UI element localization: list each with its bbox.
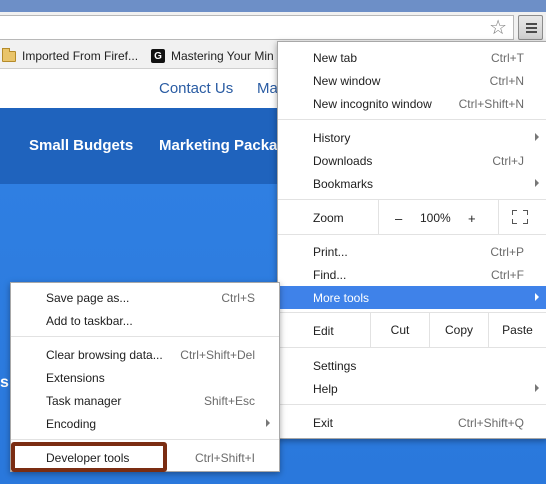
submenu-task-manager[interactable]: Task manager Shift+Esc	[11, 389, 279, 412]
menu-label: Extensions	[46, 371, 105, 385]
contact-us-link[interactable]: Contact Us	[159, 80, 233, 97]
menu-label: Encoding	[46, 417, 97, 431]
menu-history[interactable]: History	[278, 126, 546, 149]
menu-label: Clear browsing data...	[46, 348, 163, 362]
menu-label: New incognito window	[313, 97, 432, 111]
copy-button[interactable]: Copy	[429, 313, 488, 347]
address-bar[interactable]: ☆	[0, 15, 514, 40]
menu-separator	[278, 119, 546, 120]
menu-settings[interactable]: Settings	[278, 354, 546, 377]
more-tools-submenu: Save page as... Ctrl+S Add to taskbar...…	[10, 282, 280, 472]
menu-shortcut: Ctrl+P	[490, 245, 524, 259]
cut-button[interactable]: Cut	[370, 313, 429, 347]
menu-label: More tools	[313, 291, 370, 305]
menu-label: Edit	[313, 324, 334, 338]
menu-new-incognito-window[interactable]: New incognito window Ctrl+Shift+N	[278, 92, 546, 115]
folder-icon	[2, 47, 16, 62]
menu-shortcut: Ctrl+Shift+Del	[180, 348, 255, 362]
menu-shortcut: Ctrl+F	[491, 268, 524, 282]
menu-label: Add to taskbar...	[46, 314, 133, 328]
submenu-arrow-icon	[535, 179, 539, 187]
submenu-arrow-icon	[535, 384, 539, 392]
menu-label: Find...	[313, 268, 347, 282]
menu-downloads[interactable]: Downloads Ctrl+J	[278, 149, 546, 172]
menu-separator	[11, 336, 279, 337]
menu-shortcut: Shift+Esc	[203, 394, 255, 408]
submenu-save-page[interactable]: Save page as... Ctrl+S	[11, 286, 279, 309]
submenu-arrow-icon	[535, 133, 539, 141]
g-icon: G	[151, 49, 165, 63]
chrome-menu-button[interactable]	[518, 15, 543, 40]
bookmark-label: Imported From Firef...	[22, 49, 139, 63]
zoom-level: 100%	[420, 211, 451, 225]
toolbar: ☆	[0, 12, 546, 43]
menu-find[interactable]: Find... Ctrl+F	[278, 263, 546, 286]
menu-label: Downloads	[313, 154, 373, 168]
menu-bookmarks[interactable]: Bookmarks	[278, 172, 546, 195]
menu-label: Help	[313, 382, 338, 396]
menu-label: Task manager	[46, 394, 122, 408]
menu-shortcut: Ctrl+J	[492, 154, 524, 168]
submenu-extensions[interactable]: Extensions	[11, 366, 279, 389]
menu-shortcut: Ctrl+Shift+N	[458, 97, 524, 111]
fullscreen-icon	[512, 210, 528, 224]
hero-text-fragment: s	[0, 374, 9, 391]
nav-small-budgets[interactable]: Small Budgets	[29, 137, 133, 154]
menu-label: Exit	[313, 416, 334, 430]
annotation-highlight-box	[11, 442, 167, 472]
window-titlebar	[0, 0, 546, 12]
menu-shortcut: Ctrl+S	[221, 291, 255, 305]
bookmark-imported-folder[interactable]: Imported From Firef...	[2, 47, 138, 65]
menu-label: Print...	[313, 245, 348, 259]
menu-new-window[interactable]: New window Ctrl+N	[278, 69, 546, 92]
submenu-arrow-icon	[266, 419, 270, 427]
menu-shortcut: Ctrl+N	[489, 74, 524, 88]
menu-print[interactable]: Print... Ctrl+P	[278, 240, 546, 263]
submenu-add-to-taskbar[interactable]: Add to taskbar...	[11, 309, 279, 332]
menu-shortcut: Ctrl+T	[491, 51, 524, 65]
menu-separator	[278, 404, 546, 405]
bookmark-label: Mastering Your Min	[171, 49, 274, 63]
star-bookmark-icon[interactable]: ☆	[489, 17, 507, 39]
menu-more-tools[interactable]: More tools	[278, 286, 546, 309]
menu-shortcut: Ctrl+Shift+Q	[457, 416, 524, 430]
menu-shortcut: Ctrl+Shift+I	[194, 451, 255, 465]
fullscreen-button[interactable]	[498, 200, 546, 234]
zoom-out-button[interactable]: –	[395, 211, 402, 226]
bookmark-mastering[interactable]: G Mastering Your Min	[151, 47, 274, 65]
menu-help[interactable]: Help	[278, 377, 546, 400]
hamburger-icon-bar	[526, 27, 537, 29]
hamburger-icon	[526, 23, 537, 25]
menu-edit-row: Edit Cut Copy Paste	[278, 313, 546, 347]
header-link-partial[interactable]: Ma	[257, 80, 278, 97]
menu-label: Zoom	[313, 211, 344, 225]
submenu-clear-browsing-data[interactable]: Clear browsing data... Ctrl+Shift+Del	[11, 343, 279, 366]
menu-label: Bookmarks	[313, 177, 374, 191]
menu-zoom-row: Zoom – 100% +	[278, 200, 546, 234]
menu-label: New tab	[313, 51, 358, 65]
menu-separator	[278, 347, 546, 348]
menu-separator	[278, 234, 546, 235]
zoom-in-button[interactable]: +	[468, 211, 476, 226]
menu-label: Save page as...	[46, 291, 130, 305]
chrome-main-menu: New tab Ctrl+T New window Ctrl+N New inc…	[277, 41, 546, 439]
menu-label: Settings	[313, 359, 357, 373]
paste-button[interactable]: Paste	[488, 313, 546, 347]
nav-marketing-packages[interactable]: Marketing Packa	[159, 137, 277, 154]
submenu-arrow-icon	[535, 293, 539, 301]
submenu-encoding[interactable]: Encoding	[11, 412, 279, 435]
hamburger-icon-bar	[526, 31, 537, 33]
menu-separator	[11, 439, 279, 440]
menu-label: New window	[313, 74, 381, 88]
menu-new-tab[interactable]: New tab Ctrl+T	[278, 46, 546, 69]
menu-exit[interactable]: Exit Ctrl+Shift+Q	[278, 411, 546, 434]
menu-label: History	[313, 131, 351, 145]
